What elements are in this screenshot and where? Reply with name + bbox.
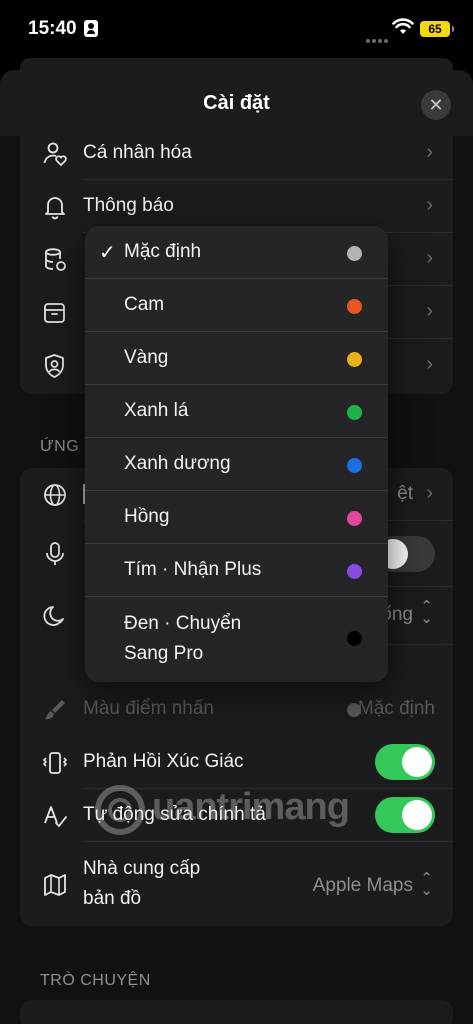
chevron-right-icon: › — [426, 247, 433, 269]
row-map-provider[interactable]: Nhà cung cấp bản đồ Apple Maps ⌃ ⌄ — [20, 842, 453, 926]
color-dot-gray — [347, 246, 362, 261]
color-dot-yellow — [347, 352, 362, 367]
color-dot-pink — [347, 511, 362, 526]
row-autocorrect[interactable]: Tự động sửa chính tả — [20, 789, 453, 842]
row-label-line2: bản đồ — [83, 888, 142, 909]
color-dot-black — [347, 631, 362, 646]
menu-item-label: Mặc định — [124, 241, 202, 262]
moon-icon — [43, 606, 64, 626]
menu-item-pink[interactable]: Hồng — [85, 491, 388, 544]
brush-icon — [45, 700, 65, 720]
row-value: Mặc định — [357, 698, 435, 719]
menu-item-purple[interactable]: Tím · Nhận Plus — [85, 544, 388, 597]
color-dot-orange — [347, 299, 362, 314]
menu-item-label: Vàng — [124, 347, 169, 368]
row-label: Thông báo — [83, 195, 174, 216]
haptic-toggle[interactable] — [375, 744, 435, 780]
chevron-right-icon: › — [426, 300, 433, 322]
checkmark-icon: ✓ — [99, 242, 116, 264]
menu-item-black[interactable]: Đen · Chuyển Sang Pro — [85, 597, 388, 682]
row-value: ệt — [397, 483, 413, 504]
microphone-icon — [46, 542, 64, 565]
status-bar: 15:40 65 — [0, 0, 473, 58]
row-label: Màu điểm nhấn — [83, 698, 214, 719]
close-button[interactable]: ✕ — [421, 90, 451, 120]
chevron-right-icon: › — [426, 194, 433, 216]
menu-item-yellow[interactable]: Vàng — [85, 332, 388, 385]
up-down-chevron-icon: ⌃ ⌄ — [420, 870, 433, 899]
row-label-line1: Nhà cung cấp — [83, 858, 201, 879]
archive-icon — [44, 303, 65, 323]
menu-item-label: Hồng — [124, 506, 170, 527]
chat-group — [20, 1000, 453, 1024]
row-haptic-feedback[interactable]: Phản Hồi Xúc Giác — [20, 736, 453, 789]
chevron-right-icon: › — [426, 141, 433, 163]
menu-item-label-line1: Đen · Chuyển — [124, 613, 242, 634]
menu-item-label: Xanh lá — [124, 400, 189, 421]
shield-person-icon — [45, 354, 64, 378]
cellular-signal-icon — [366, 30, 390, 48]
toggle-knob — [402, 800, 432, 830]
contact-card-icon — [84, 20, 98, 37]
wifi-icon — [392, 18, 414, 34]
autocorrect-icon — [44, 806, 67, 828]
menu-item-label-line2: Sang Pro — [124, 643, 204, 664]
color-dot-purple — [347, 564, 362, 579]
menu-item-blue[interactable]: Xanh dương — [85, 438, 388, 491]
page-title: Cài đặt — [203, 92, 270, 114]
menu-item-default[interactable]: ✓ Mặc định — [85, 226, 388, 279]
battery-indicator: 65 — [420, 21, 454, 37]
menu-item-label: Xanh dương — [124, 453, 231, 474]
status-time: 15:40 — [28, 18, 77, 39]
section-header-chat: TRÒ CHUYỆN — [40, 972, 151, 989]
chevron-right-icon: › — [426, 353, 433, 375]
menu-item-orange[interactable]: Cam — [85, 279, 388, 332]
chevron-right-icon: › — [426, 482, 433, 504]
accent-color-menu: ✓ Mặc định Cam Vàng Xanh lá Xanh dương H… — [85, 226, 388, 682]
map-icon — [44, 874, 66, 896]
bell-icon — [45, 197, 65, 220]
color-dot-green — [347, 405, 362, 420]
up-down-chevron-icon: ⌃ ⌄ — [420, 598, 433, 627]
haptic-icon — [42, 752, 68, 774]
person-heart-icon — [43, 142, 67, 167]
section-header-app: ỨNG — [40, 438, 80, 455]
color-dot-blue — [347, 458, 362, 473]
toggle-knob — [402, 747, 432, 777]
autocorrect-toggle[interactable] — [375, 797, 435, 833]
menu-item-label: Cam — [124, 294, 165, 315]
row-label: Phản Hồi Xúc Giác — [83, 751, 244, 772]
database-icon — [45, 248, 66, 271]
row-label: Tự động sửa chính tả — [83, 804, 266, 825]
menu-item-label: Tím · Nhận Plus — [124, 559, 262, 580]
globe-icon — [44, 484, 66, 506]
row-value: Apple Maps — [312, 875, 413, 896]
row-label: Cá nhân hóa — [83, 142, 192, 163]
menu-item-green[interactable]: Xanh lá — [85, 385, 388, 438]
row-accent-color[interactable]: Màu điểm nhấn Mặc định — [20, 683, 453, 736]
row-personalization[interactable]: Cá nhân hóa › — [20, 127, 453, 180]
